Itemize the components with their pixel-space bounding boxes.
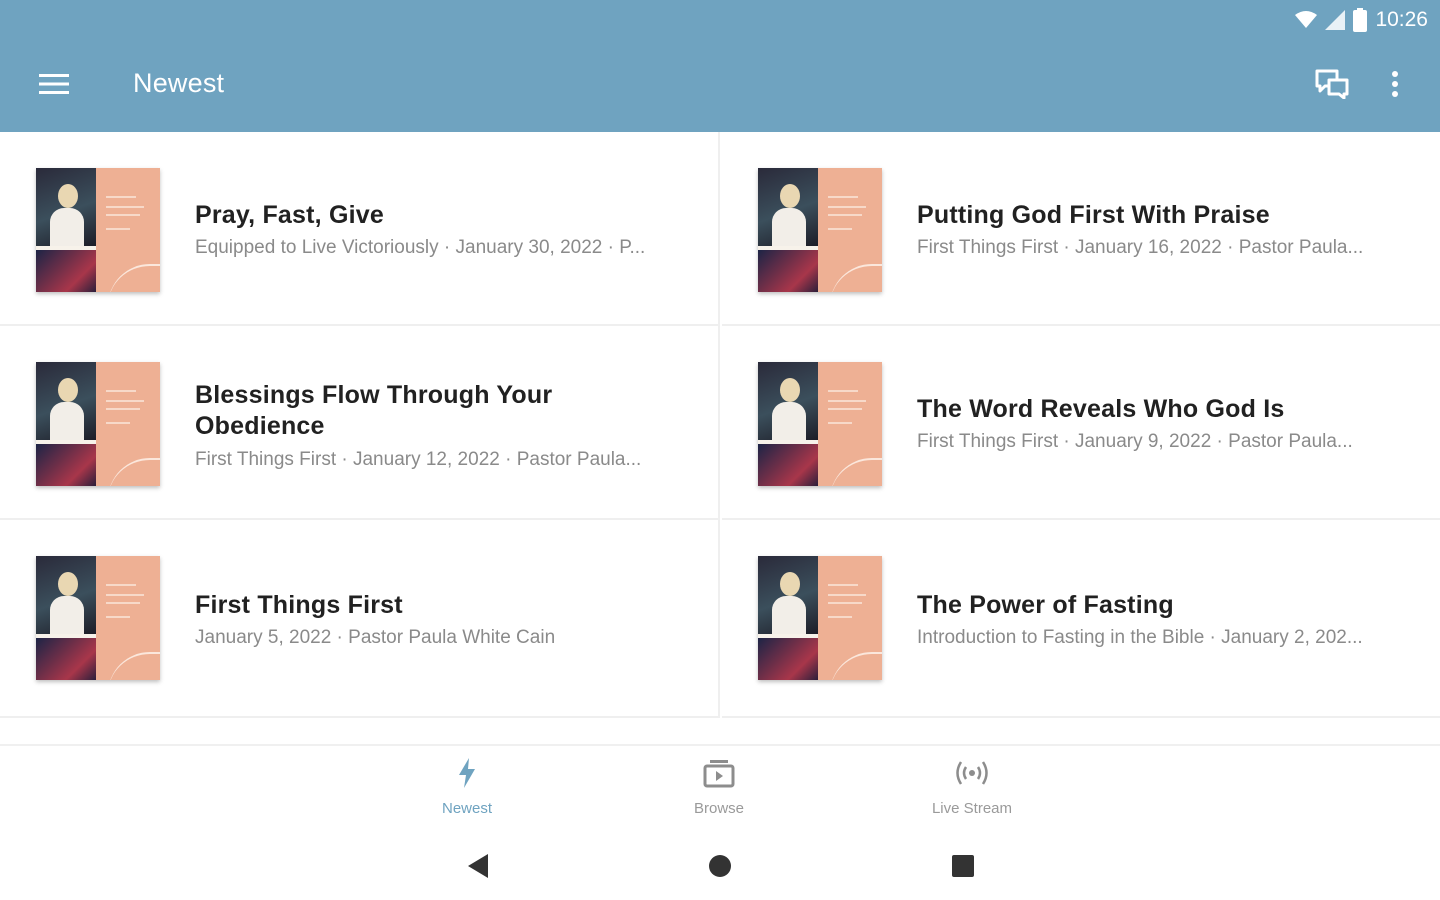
- item-subtitle: January 5, 2022 · Pastor Paula White Cai…: [195, 627, 556, 648]
- battery-icon: [1353, 8, 1368, 32]
- cellular-signal-icon: [1325, 10, 1346, 30]
- more-vert-icon: [1391, 70, 1399, 103]
- lightning-bolt-icon: [457, 757, 477, 793]
- sermon-thumbnail: [758, 362, 882, 486]
- item-subtitle: First Things First · January 16, 2022 · …: [917, 237, 1364, 258]
- item-subtitle: First Things First · January 12, 2022 · …: [195, 449, 642, 470]
- list-item[interactable]: Putting God First With Praise First Thin…: [722, 132, 1440, 326]
- list-spacer: [0, 718, 1440, 744]
- item-title: The Power of Fasting: [917, 591, 1174, 619]
- app-bar: 10:26 Newest: [0, 0, 1440, 132]
- more-options-button[interactable]: [1373, 64, 1417, 108]
- nav-browse[interactable]: Browse: [639, 758, 799, 822]
- chat-button[interactable]: [1310, 64, 1354, 108]
- system-recents-button[interactable]: [943, 848, 983, 888]
- item-subtitle: Equipped to Live Victoriously · January …: [195, 237, 646, 258]
- item-subtitle: Introduction to Fasting in the Bible · J…: [917, 627, 1363, 648]
- system-home-button[interactable]: [700, 848, 740, 888]
- nav-label: Live Stream: [931, 800, 1013, 817]
- item-subtitle: First Things First · January 9, 2022 · P…: [917, 431, 1353, 452]
- sermon-grid: Pray, Fast, Give Equipped to Live Victor…: [0, 132, 1440, 718]
- sermon-thumbnail: [36, 556, 160, 680]
- sermon-thumbnail: [36, 362, 160, 486]
- nav-newest[interactable]: Newest: [387, 757, 547, 822]
- system-navigation-bar: [0, 826, 1440, 900]
- list-item[interactable]: Pray, Fast, Give Equipped to Live Victor…: [0, 132, 720, 326]
- page-title: Newest: [133, 68, 225, 98]
- status-bar: 10:26: [1295, 6, 1428, 34]
- app-root: 10:26 Newest Pray, Fast, Give Equipped t…: [0, 0, 1440, 900]
- recents-square-icon: [952, 854, 974, 882]
- hamburger-menu-icon: [39, 73, 69, 100]
- sermon-thumbnail: [758, 556, 882, 680]
- live-broadcast-icon: [955, 759, 989, 792]
- back-triangle-icon: [466, 853, 490, 884]
- menu-button[interactable]: [32, 66, 76, 106]
- item-title: Putting God First With Praise: [917, 201, 1270, 229]
- home-circle-icon: [708, 854, 732, 883]
- item-title: Pray, Fast, Give: [195, 201, 384, 229]
- sermon-thumbnail: [758, 168, 882, 292]
- item-title: The Word Reveals Who God Is: [917, 395, 1285, 423]
- bottom-navigation: Newest Browse Live Stream: [0, 744, 1440, 826]
- nav-label: Browse: [693, 800, 745, 817]
- item-title: First Things First: [195, 591, 403, 619]
- nav-label: Newest: [441, 800, 493, 817]
- list-item[interactable]: The Word Reveals Who God Is First Things…: [722, 326, 1440, 520]
- list-item[interactable]: Blessings Flow Through Your Obedience Fi…: [0, 326, 720, 520]
- sermon-thumbnail: [36, 168, 160, 292]
- chat-bubbles-icon: [1315, 69, 1349, 104]
- system-back-button[interactable]: [458, 848, 498, 888]
- nav-live-stream[interactable]: Live Stream: [892, 758, 1052, 822]
- list-item[interactable]: The Power of Fasting Introduction to Fas…: [722, 520, 1440, 718]
- status-time: 10:26: [1375, 8, 1428, 31]
- browse-media-icon: [703, 758, 735, 793]
- wifi-icon: [1295, 11, 1318, 29]
- list-item[interactable]: First Things First January 5, 2022 · Pas…: [0, 520, 720, 718]
- item-title: Blessings Flow Through Your Obedience: [195, 381, 553, 440]
